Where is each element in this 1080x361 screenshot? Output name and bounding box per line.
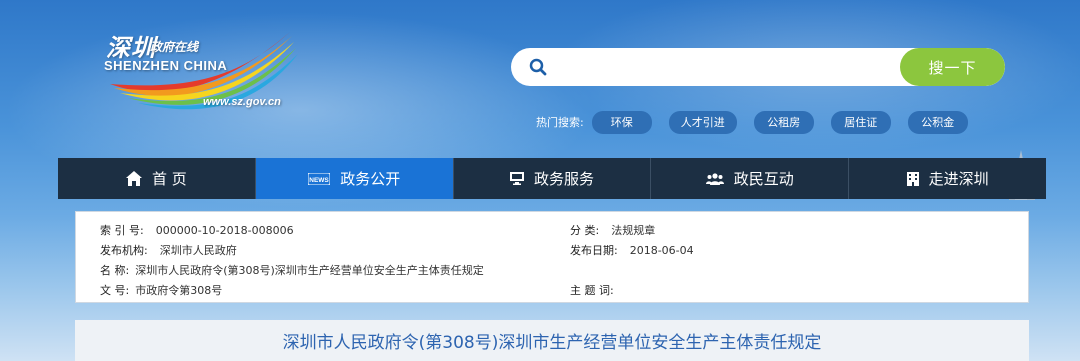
info-publisher: 发布机构: 深圳市人民政府 [100, 242, 237, 258]
info-name: 名 称: 深圳市人民政府令(第308号)深圳市生产经营单位安全生产主体责任规定 [100, 262, 484, 278]
search-bar: 搜一下 [511, 48, 1005, 86]
info-index-no-key: 索 引 号: [100, 224, 144, 237]
nav-about-shenzhen-label: 走进深圳 [928, 170, 989, 188]
site-logo[interactable]: 深圳 政府在线 SHENZHEN CHINA www.sz.gov.cn [100, 22, 300, 114]
document-title: 深圳市人民政府令(第308号)深圳市生产经营单位安全生产主体责任规定 [282, 333, 822, 353]
logo-url: www.sz.gov.cn [203, 96, 281, 108]
hot-tag-housing-fund[interactable]: 公积金 [907, 110, 968, 134]
nav-government-services[interactable]: 政务服务 [454, 158, 652, 199]
hot-tag-public-housing[interactable]: 公租房 [753, 110, 814, 134]
info-publish-date-value: 2018-06-04 [629, 244, 694, 257]
nav-government-affairs-label: 政务公开 [340, 170, 401, 188]
hot-tag-residence-permit[interactable]: 居住证 [830, 110, 891, 134]
users-icon [705, 172, 724, 185]
info-subject-key: 主 题 词: [570, 284, 614, 297]
info-doc-no-value: 市政府令第308号 [135, 284, 223, 297]
main-nav: 首 页 NEWS 政务公开 政务服务 政民互动 走进深圳 [58, 158, 1046, 199]
nav-interaction[interactable]: 政民互动 [651, 158, 850, 199]
info-publisher-key: 发布机构: [100, 244, 148, 257]
info-doc-no: 文 号: 市政府令第308号 [100, 282, 222, 298]
building-icon [906, 171, 919, 186]
nav-government-affairs[interactable]: NEWS 政务公开 [255, 158, 454, 199]
search-input[interactable] [559, 48, 899, 86]
logo-chinese-sub: 政府在线 [150, 40, 199, 54]
hot-tag-environment[interactable]: 环保 [591, 110, 652, 134]
info-name-value: 深圳市人民政府令(第308号)深圳市生产经营单位安全生产主体责任规定 [135, 264, 484, 277]
info-category-key: 分 类: [570, 224, 600, 237]
nav-about-shenzhen[interactable]: 走进深圳 [849, 158, 1046, 199]
nav-interaction-label: 政民互动 [733, 170, 794, 188]
news-icon: NEWS [308, 172, 331, 185]
info-publish-date-key: 发布日期: [570, 244, 618, 257]
info-publish-date: 发布日期: 2018-06-04 [570, 242, 694, 258]
info-name-key: 名 称: [100, 264, 130, 277]
news-icon-text: NEWS [309, 177, 329, 184]
info-index-no-value: 000000-10-2018-008006 [155, 224, 294, 237]
info-index-no: 索 引 号: 000000-10-2018-008006 [100, 222, 294, 238]
search-icon[interactable] [529, 58, 547, 76]
document-info-panel: 索 引 号: 000000-10-2018-008006 分 类: 法规规章 发布机… [75, 211, 1029, 303]
info-subject: 主 题 词: [570, 282, 626, 298]
monitor-icon [509, 172, 524, 185]
hot-tag-talent[interactable]: 人才引进 [668, 110, 737, 134]
info-category: 分 类: 法规规章 [570, 222, 655, 238]
logo-english: SHENZHEN CHINA [104, 58, 228, 73]
document-title-bar: 深圳市人民政府令(第308号)深圳市生产经营单位安全生产主体责任规定 [75, 320, 1029, 361]
info-publisher-value: 深圳市人民政府 [159, 244, 237, 257]
search-button[interactable]: 搜一下 [900, 48, 1005, 86]
info-doc-no-key: 文 号: [100, 284, 130, 297]
info-category-value: 法规规章 [611, 224, 656, 237]
hot-search: 热门搜索: 环保 人才引进 公租房 居住证 公积金 [536, 110, 985, 134]
home-icon [126, 171, 142, 186]
hot-search-label: 热门搜索: [536, 116, 584, 129]
nav-government-services-label: 政务服务 [533, 170, 594, 188]
nav-home-label: 首 页 [152, 170, 187, 188]
nav-home[interactable]: 首 页 [58, 158, 256, 199]
